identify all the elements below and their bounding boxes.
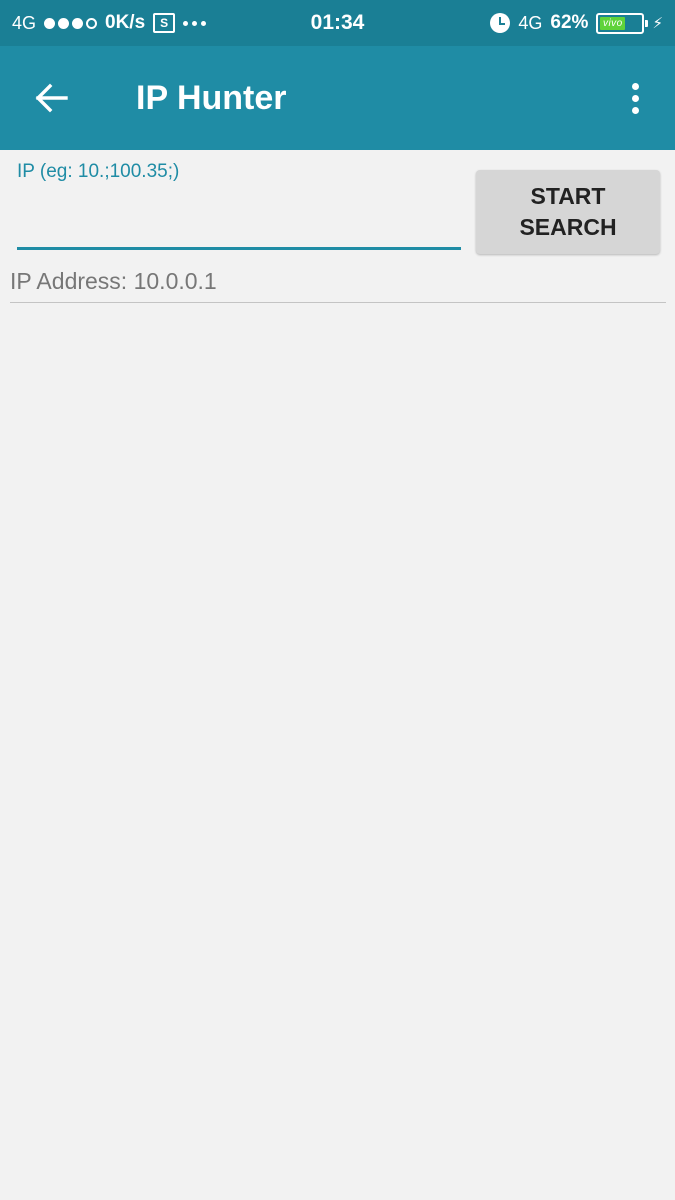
charging-bolt-icon: ⚡ xyxy=(652,15,663,32)
overflow-menu-button[interactable] xyxy=(615,76,655,120)
network-type-right: 4G xyxy=(518,12,543,33)
network-speed: 0K/s xyxy=(105,12,146,33)
start-search-button[interactable]: START SEARCH xyxy=(476,170,660,254)
overflow-dot-icon xyxy=(631,94,639,102)
screen: 4G 0K/s S 4G 62% vivo ⚡ 01:34 IP Hunter xyxy=(0,0,675,1200)
status-left: 4G 0K/s S xyxy=(12,12,207,34)
battery-brand-label: vivo xyxy=(600,16,626,30)
overflow-dot-icon xyxy=(631,82,639,90)
result-list-item[interactable]: IP Address: 10.0.0.1 xyxy=(10,268,666,303)
status-right: 4G 62% vivo ⚡ xyxy=(490,12,663,34)
more-notifications-icon xyxy=(183,20,207,26)
battery-percent: 62% xyxy=(550,12,589,33)
app-bar: IP Hunter xyxy=(0,46,675,150)
battery-icon: vivo xyxy=(596,12,649,34)
back-button[interactable] xyxy=(20,76,84,120)
ip-input-label: IP (eg: 10.;100.35;) xyxy=(17,161,180,182)
ip-input[interactable] xyxy=(17,192,461,250)
back-arrow-icon xyxy=(35,83,68,113)
s-notification-icon: S xyxy=(153,13,176,33)
overflow-dot-icon xyxy=(631,106,639,114)
network-type-left: 4G xyxy=(12,12,37,33)
signal-strength-icon xyxy=(44,17,98,29)
alarm-icon xyxy=(490,13,511,33)
page-title: IP Hunter xyxy=(136,78,287,117)
status-bar: 4G 0K/s S 4G 62% vivo ⚡ 01:34 xyxy=(0,0,675,46)
